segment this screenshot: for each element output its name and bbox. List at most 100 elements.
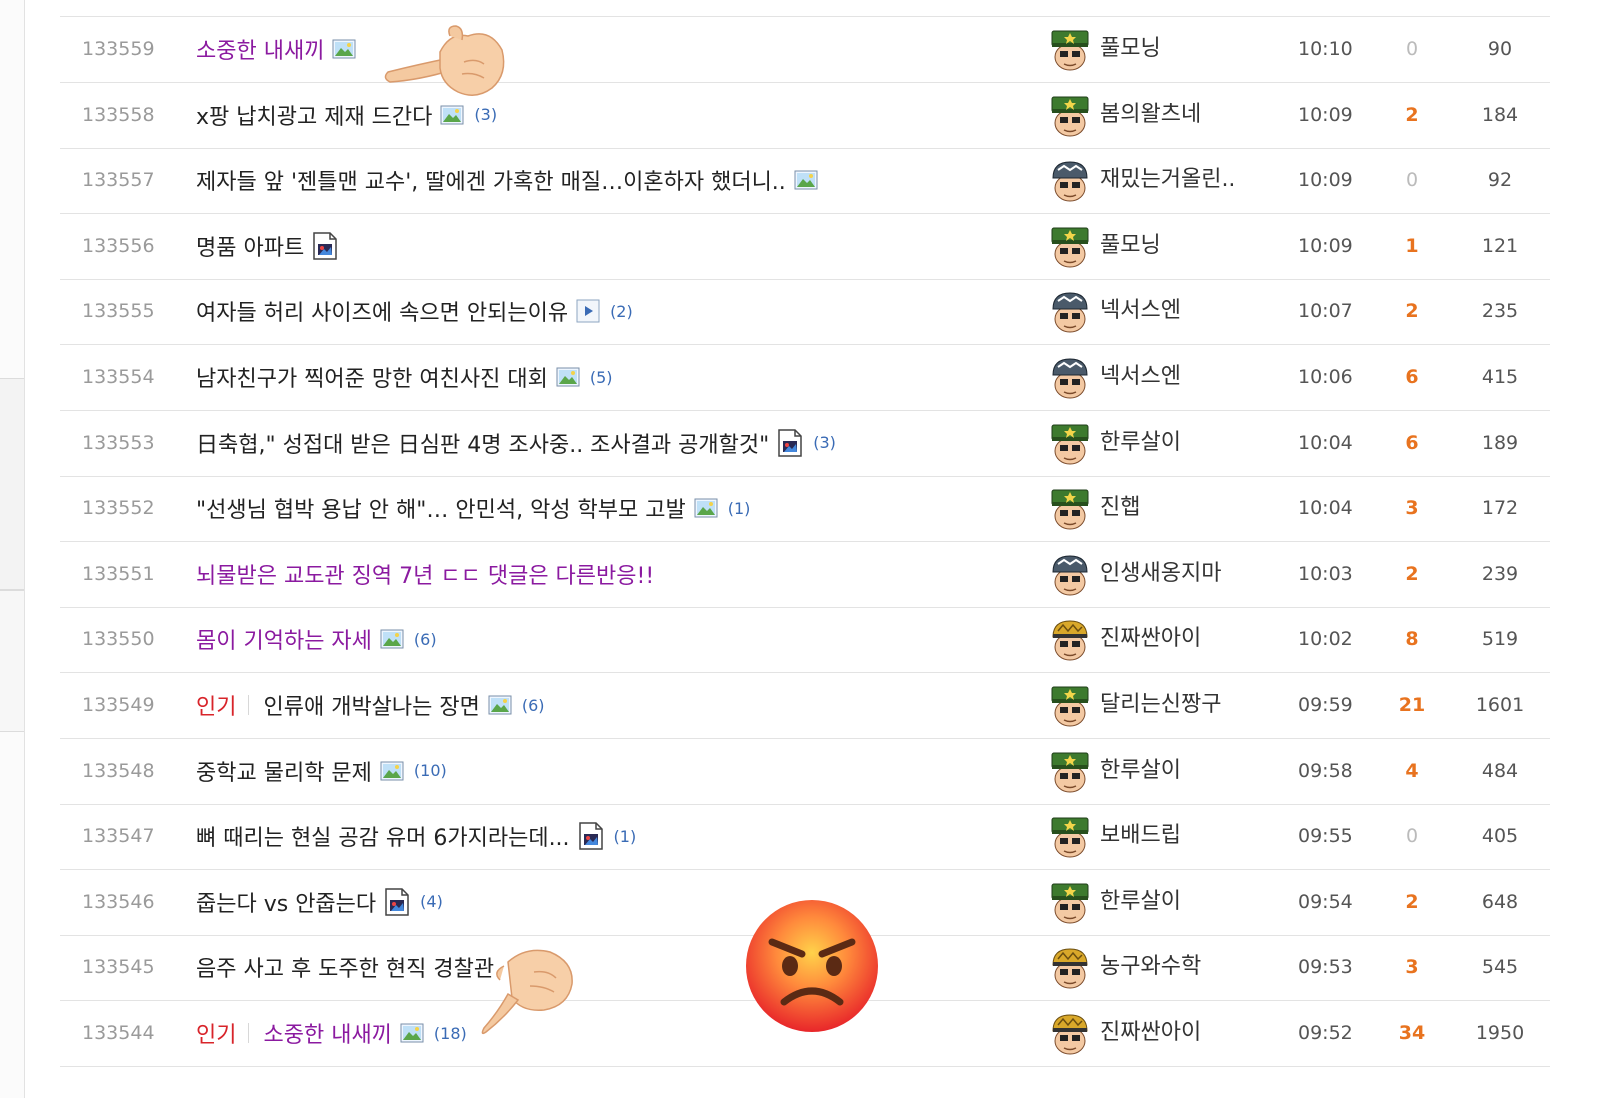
table-row[interactable]: 133556 명품 아파트 풀모닝 10:09 1 121 xyxy=(60,214,1550,280)
view-count: 121 xyxy=(1481,234,1519,257)
comment-count[interactable]: (3) xyxy=(813,433,836,452)
view-count: 405 xyxy=(1481,825,1519,848)
view-count: 172 xyxy=(1481,497,1519,520)
comment-count[interactable]: (1) xyxy=(614,827,637,846)
post-subject[interactable]: 제자들 앞 '젠틀맨 교수', 딸에겐 가혹한 매질…이혼하자 했더니.. xyxy=(196,148,818,212)
post-number: 133553 xyxy=(82,431,155,454)
post-title-link[interactable]: 음주 사고 후 도주한 현직 경찰관 xyxy=(196,951,494,983)
author-nickname[interactable]: 진짜싼아이 xyxy=(1100,1001,1201,1065)
post-title-link[interactable]: x팡 납치광고 제재 드간다 xyxy=(196,99,432,131)
table-row[interactable]: 133555 여자들 허리 사이즈에 속으면 안되는이유 (2) 넥서스엔 10:07 2… xyxy=(60,279,1550,346)
soldier-green-avatar xyxy=(1051,424,1089,465)
table-row[interactable]: 133551 뇌물받은 교도관 징역 7년 ㄷㄷ 댓글은 다른반응!! 인생새옹지마… xyxy=(60,542,1550,608)
author-nickname[interactable]: 풀모닝 xyxy=(1100,17,1161,81)
recommend-count: 2 xyxy=(1405,890,1419,913)
post-title-link[interactable]: 줍는다 vs 안줍는다 xyxy=(196,886,376,918)
image-icon xyxy=(488,695,512,715)
author-nickname[interactable]: 넥서스엔 xyxy=(1100,345,1181,409)
file-image-icon xyxy=(578,822,603,850)
post-title-link[interactable]: 몸이 기억하는 자세 xyxy=(196,623,372,655)
image-icon xyxy=(332,39,356,59)
table-row[interactable]: 133549 인기 인류애 개박살나는 장면 (6) 달리는신짱구 09:59 21 1601 xyxy=(60,673,1550,739)
post-subject[interactable]: 몸이 기억하는 자세 (6) xyxy=(196,607,437,671)
file-image-icon xyxy=(778,428,802,457)
post-title-link[interactable]: "선생님 협박 용납 안 해"… 안민석, 악성 학부모 고발 xyxy=(196,492,686,524)
comment-count[interactable]: (2) xyxy=(610,302,633,321)
table-row[interactable]: 133550 몸이 기억하는 자세 (6) 진짜싼아이 10:02 8 519 xyxy=(60,607,1550,674)
tag-divider xyxy=(248,1023,250,1043)
left-rail-panel xyxy=(0,590,24,732)
post-title-link[interactable]: 중학교 물리학 문제 xyxy=(196,755,372,787)
table-row[interactable]: 133553 日축협," 성접대 받은 日심판 4명 조사중.. 조사결과 공개할… xyxy=(60,411,1550,477)
table-row[interactable]: 133557 제자들 앞 '젠틀맨 교수', 딸에겐 가혹한 매질…이혼하자 했더… xyxy=(60,148,1550,215)
post-number: 133551 xyxy=(82,562,155,585)
author-nickname[interactable]: 풀모닝 xyxy=(1100,214,1161,278)
comment-count[interactable]: (4) xyxy=(420,892,443,911)
table-row[interactable]: 133548 중학교 물리학 문제 (10) 한루살이 09:58 4 484 xyxy=(60,739,1550,805)
post-time: 10:04 xyxy=(1298,497,1353,520)
post-time: 09:55 xyxy=(1298,825,1353,848)
table-row[interactable]: 133547 뼈 때리는 현실 공감 유머 6가지라는데... (1) 보배드립 09:… xyxy=(60,804,1550,871)
post-title-link[interactable]: 뇌물받은 교도관 징역 7년 ㄷㄷ 댓글은 다른반응!! xyxy=(196,558,654,590)
post-subject[interactable]: 인기 인류애 개박살나는 장면 (6) xyxy=(196,673,545,737)
comment-count[interactable]: (18) xyxy=(434,1024,467,1043)
comment-count[interactable]: (10) xyxy=(414,761,447,780)
comment-count[interactable]: (3) xyxy=(474,105,497,124)
post-subject[interactable]: 줍는다 vs 안줍는다 (4) xyxy=(196,870,443,934)
post-title-link[interactable]: 日축협," 성접대 받은 日심판 4명 조사중.. 조사결과 공개할것" xyxy=(196,427,769,459)
author-nickname[interactable]: 봄의왈츠네 xyxy=(1100,83,1201,147)
comment-count[interactable]: (6) xyxy=(414,630,437,649)
author-nickname[interactable]: 넥서스엔 xyxy=(1100,279,1181,343)
helmet-dark-avatar xyxy=(1052,292,1088,333)
author-nickname[interactable]: 인생새옹지마 xyxy=(1100,542,1221,606)
recommend-count: 0 xyxy=(1405,825,1419,848)
post-subject[interactable]: 소중한 내새끼 xyxy=(196,17,356,81)
post-title-link[interactable]: 소중한 내새끼 xyxy=(263,1017,391,1049)
table-row[interactable]: 133552 "선생님 협박 용납 안 해"… 안민석, 악성 학부모 고발 (1)… xyxy=(60,476,1550,543)
post-title-link[interactable]: 뼈 때리는 현실 공감 유머 6가지라는데... xyxy=(196,820,570,852)
tag-divider xyxy=(248,695,250,715)
post-number: 133559 xyxy=(82,38,155,60)
comment-count[interactable]: (5) xyxy=(590,368,613,387)
comment-count[interactable]: (1) xyxy=(728,499,751,518)
comment-count[interactable]: (6) xyxy=(522,696,545,715)
recommend-count: 8 xyxy=(1405,628,1419,651)
table-row[interactable]: 133554 남자친구가 찍어준 망한 여친사진 대회 (5) 넥서스엔 10:06 6 4… xyxy=(60,345,1550,411)
post-number: 133558 xyxy=(82,103,155,126)
table-row[interactable]: 133559 소중한 내새끼 풀모닝 10:10 0 90 xyxy=(60,17,1550,83)
author-nickname[interactable]: 한루살이 xyxy=(1100,739,1181,803)
post-subject[interactable]: 뼈 때리는 현실 공감 유머 6가지라는데... (1) xyxy=(196,804,636,868)
post-title-link[interactable]: 제자들 앞 '젠틀맨 교수', 딸에겐 가혹한 매질…이혼하자 했더니.. xyxy=(196,164,786,196)
view-count: 484 xyxy=(1481,759,1519,782)
author-nickname[interactable]: 재밌는거올린.. xyxy=(1100,148,1235,212)
author-nickname[interactable]: 한루살이 xyxy=(1100,411,1181,475)
table-row[interactable]: 133558 x팡 납치광고 제재 드간다 (3) 봄의왈츠네 10:09 2 184 xyxy=(60,83,1550,149)
post-subject[interactable]: 남자친구가 찍어준 망한 여친사진 대회 (5) xyxy=(196,345,613,409)
post-subject[interactable]: 중학교 물리학 문제 (10) xyxy=(196,739,447,803)
post-title-link[interactable]: 소중한 내새끼 xyxy=(196,33,324,65)
author-nickname[interactable]: 진햅 xyxy=(1100,476,1140,540)
post-title-link[interactable]: 여자들 허리 사이즈에 속으면 안되는이유 xyxy=(196,295,568,327)
post-subject[interactable]: "선생님 협박 용납 안 해"… 안민석, 악성 학부모 고발 (1) xyxy=(196,476,750,540)
post-title-link[interactable]: 명품 아파트 xyxy=(196,230,304,262)
post-number: 133554 xyxy=(82,366,155,388)
post-title-link[interactable]: 인류애 개박살나는 장면 xyxy=(263,689,479,721)
author-nickname[interactable]: 보배드립 xyxy=(1100,804,1181,868)
author-nickname[interactable]: 진짜싼아이 xyxy=(1100,607,1201,671)
post-time: 09:58 xyxy=(1298,759,1353,782)
helmet-dark-avatar xyxy=(1052,555,1088,596)
post-subject[interactable]: 명품 아파트 xyxy=(196,214,338,278)
post-subject[interactable]: 日축협," 성접대 받은 日심판 4명 조사중.. 조사결과 공개할것" (3) xyxy=(196,411,836,475)
author-nickname[interactable]: 한루살이 xyxy=(1100,870,1181,934)
post-subject[interactable]: 음주 사고 후 도주한 현직 경찰관 xyxy=(196,935,494,999)
author-nickname[interactable]: 농구와수학 xyxy=(1100,935,1201,999)
post-subject[interactable]: 뇌물받은 교도관 징역 7년 ㄷㄷ 댓글은 다른반응!! xyxy=(196,542,654,606)
soldier-green-avatar xyxy=(1051,30,1089,71)
author-nickname[interactable]: 달리는신짱구 xyxy=(1100,673,1221,737)
post-subject[interactable]: 여자들 허리 사이즈에 속으면 안되는이유 (2) xyxy=(196,279,633,343)
view-count: 415 xyxy=(1481,366,1519,388)
video-icon xyxy=(576,299,600,323)
post-subject[interactable]: 인기 소중한 내새끼 (18) xyxy=(196,1001,467,1065)
image-icon xyxy=(440,105,464,125)
post-title-link[interactable]: 남자친구가 찍어준 망한 여친사진 대회 xyxy=(196,361,548,393)
